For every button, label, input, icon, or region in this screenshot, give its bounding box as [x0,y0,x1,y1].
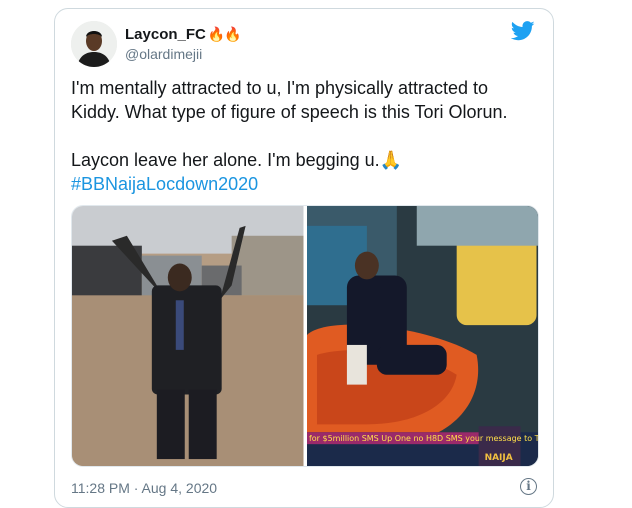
media-grid: for $5million SMS Up One no H8D SMS your… [71,205,539,467]
author-display-name[interactable]: Laycon_FC [125,26,206,43]
tv-logo-text: NAIJA [484,453,512,463]
tweet-text: I'm mentally attracted to u, I'm physica… [71,76,541,196]
author-handle[interactable]: @olardimejii [125,46,202,62]
tweet-timestamp[interactable]: 11:28 PM · Aug 4, 2020 [71,480,217,496]
tv-banner-text: for $5million SMS Up One no H8D SMS your… [308,434,538,443]
tweet-card[interactable]: Laycon_FC 🔥🔥 @olardimejii I'm mentally a… [54,8,554,508]
twitter-bird-icon[interactable] [511,21,535,41]
pray-emoji: 🙏 [379,150,403,170]
tweet-text-line-2: Laycon leave her alone. I'm begging u.🙏 [71,148,541,172]
media-image-left[interactable] [72,206,304,466]
avatar[interactable] [71,21,117,67]
author-name-row[interactable]: Laycon_FC 🔥🔥 [125,26,242,43]
media-image-right[interactable]: for $5million SMS Up One no H8D SMS your… [306,206,538,466]
fire-emoji: 🔥🔥 [207,26,242,42]
hashtag-link[interactable]: #BBNaijaLocdown2020 [71,174,258,194]
info-icon[interactable]: i [520,478,537,495]
tweet-text-line-2-text: Laycon leave her alone. I'm begging u. [71,150,380,170]
tweet-text-line-1: I'm mentally attracted to u, I'm physica… [71,78,508,122]
